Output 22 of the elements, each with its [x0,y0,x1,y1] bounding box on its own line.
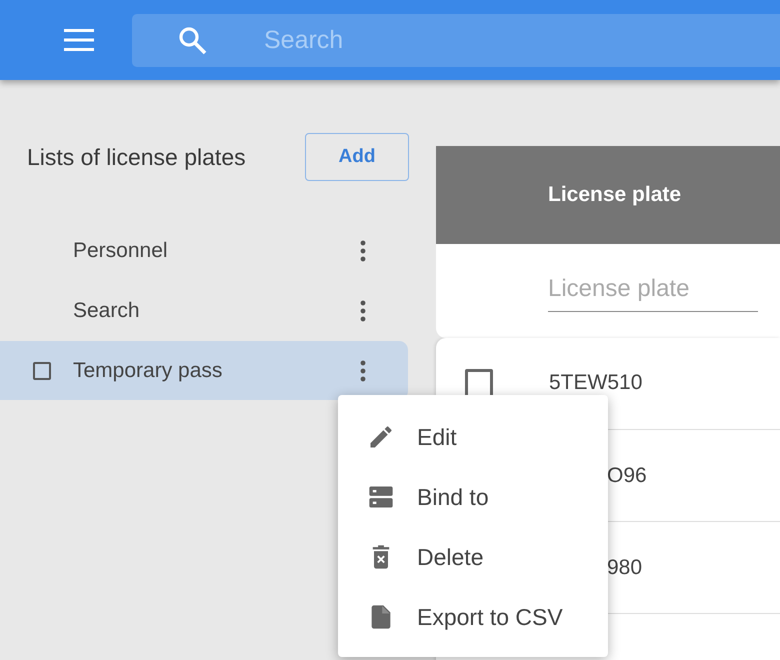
filter-field[interactable]: License plate [548,274,758,312]
list-item-label: Search [73,298,141,322]
list-item-label: Temporary pass [73,358,224,382]
more-icon[interactable] [360,300,366,322]
table-cell: 980 [607,556,642,580]
list-item-label: Personnel [73,238,169,262]
sidebar-title: Lists of license plates [27,144,247,170]
list-item[interactable]: Temporary pass [0,341,408,400]
menu-icon[interactable] [64,29,94,51]
menu-item[interactable]: Export to CSV [338,587,608,647]
more-icon[interactable] [360,360,366,382]
table-cell: 5TEW510 [549,370,642,394]
menu-item[interactable]: Bind to [338,467,608,527]
checkbox[interactable] [32,362,50,380]
menu-item[interactable]: Edit [338,407,608,467]
more-icon[interactable] [360,240,366,262]
column-header[interactable]: License plate [548,183,682,207]
table-cell: O96 [607,464,647,488]
list-item[interactable]: Personnel [0,221,408,280]
menu-item[interactable]: Delete [338,527,608,587]
search-field[interactable]: Search [132,14,780,66]
list-item[interactable]: Search [0,281,408,340]
